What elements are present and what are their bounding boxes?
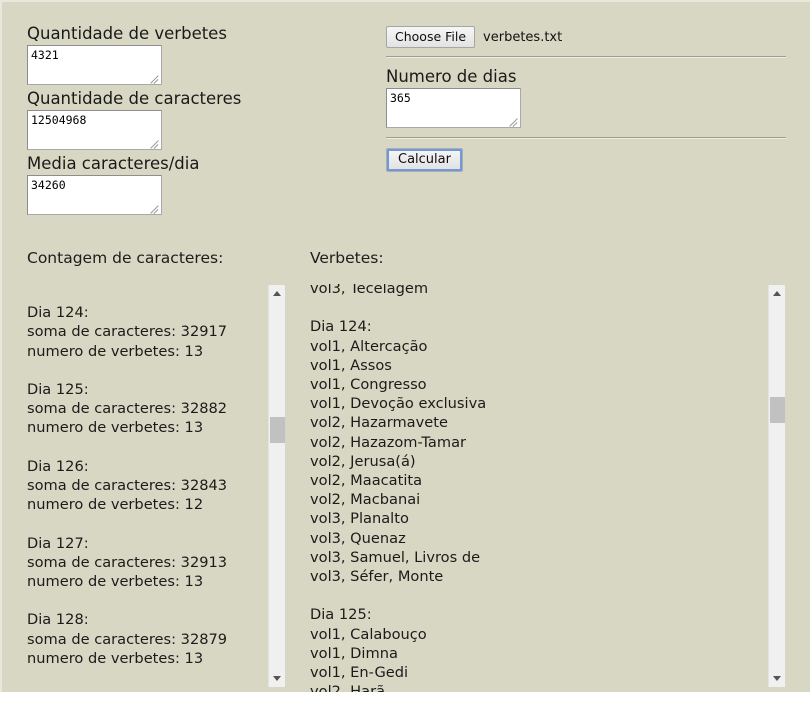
triangle-up-icon (773, 291, 781, 296)
scrollbar-thumb[interactable] (270, 417, 285, 443)
results-right-panel[interactable]: vol3, Tecelagem Dia 124: vol1, Altercaçã… (310, 284, 765, 692)
resize-grip-icon[interactable] (508, 115, 519, 126)
input-quantidade-caracteres-value: 12504968 (31, 113, 87, 127)
resize-grip-icon[interactable] (149, 137, 160, 148)
scroll-down-button[interactable] (269, 670, 286, 687)
scroll-up-button[interactable] (269, 285, 286, 302)
input-quantidade-verbetes-value: 4321 (31, 48, 59, 62)
selected-file-name: verbetes.txt (483, 29, 563, 45)
label-numero-de-dias: Numero de dias (386, 67, 517, 86)
label-quantidade-caracteres: Quantidade de caracteres (27, 89, 242, 108)
results-left-heading: Contagem de caracteres: (27, 249, 224, 267)
calcular-button[interactable]: Calcular (386, 148, 463, 172)
form-right-column: Choose File verbetes.txt Numero de dias … (386, 26, 786, 172)
label-media-caracteres-dia: Media caracteres/dia (27, 154, 200, 173)
scroll-down-button[interactable] (769, 670, 786, 687)
input-quantidade-caracteres[interactable]: 12504968 (27, 110, 162, 150)
input-media-caracteres-dia-value: 34260 (31, 178, 66, 192)
scroll-up-button[interactable] (769, 285, 786, 302)
resize-grip-icon[interactable] (149, 202, 160, 213)
scrollbar-thumb[interactable] (770, 397, 785, 423)
separator-2 (386, 137, 786, 139)
form-left-column: Quantidade de verbetes 4321 Quantidade d… (27, 24, 367, 219)
input-quantidade-verbetes[interactable]: 4321 (27, 45, 162, 85)
triangle-down-icon (273, 676, 281, 681)
resize-grip-icon[interactable] (149, 72, 160, 83)
results-right-heading: Verbetes: (310, 249, 384, 267)
triangle-down-icon (773, 676, 781, 681)
input-media-caracteres-dia[interactable]: 34260 (27, 175, 162, 215)
triangle-up-icon (273, 291, 281, 296)
separator-1 (386, 56, 786, 58)
results-left-text: Dia 124: soma de caracteres: 32917 numer… (27, 304, 228, 667)
results-right-scrollbar[interactable] (768, 285, 785, 687)
results-right-text: vol3, Tecelagem Dia 124: vol1, Altercaçã… (310, 284, 487, 692)
results-left-panel[interactable]: Dia 124: soma de caracteres: 32917 numer… (27, 284, 285, 688)
file-input-row: Choose File verbetes.txt (386, 26, 786, 48)
input-numero-de-dias-value: 365 (390, 91, 411, 105)
results-left-scrollbar[interactable] (268, 285, 285, 687)
choose-file-button[interactable]: Choose File (386, 26, 476, 48)
app-root: Quantidade de verbetes 4321 Quantidade d… (0, 0, 810, 692)
label-quantidade-verbetes: Quantidade de verbetes (27, 24, 227, 43)
input-numero-de-dias[interactable]: 365 (386, 88, 521, 128)
